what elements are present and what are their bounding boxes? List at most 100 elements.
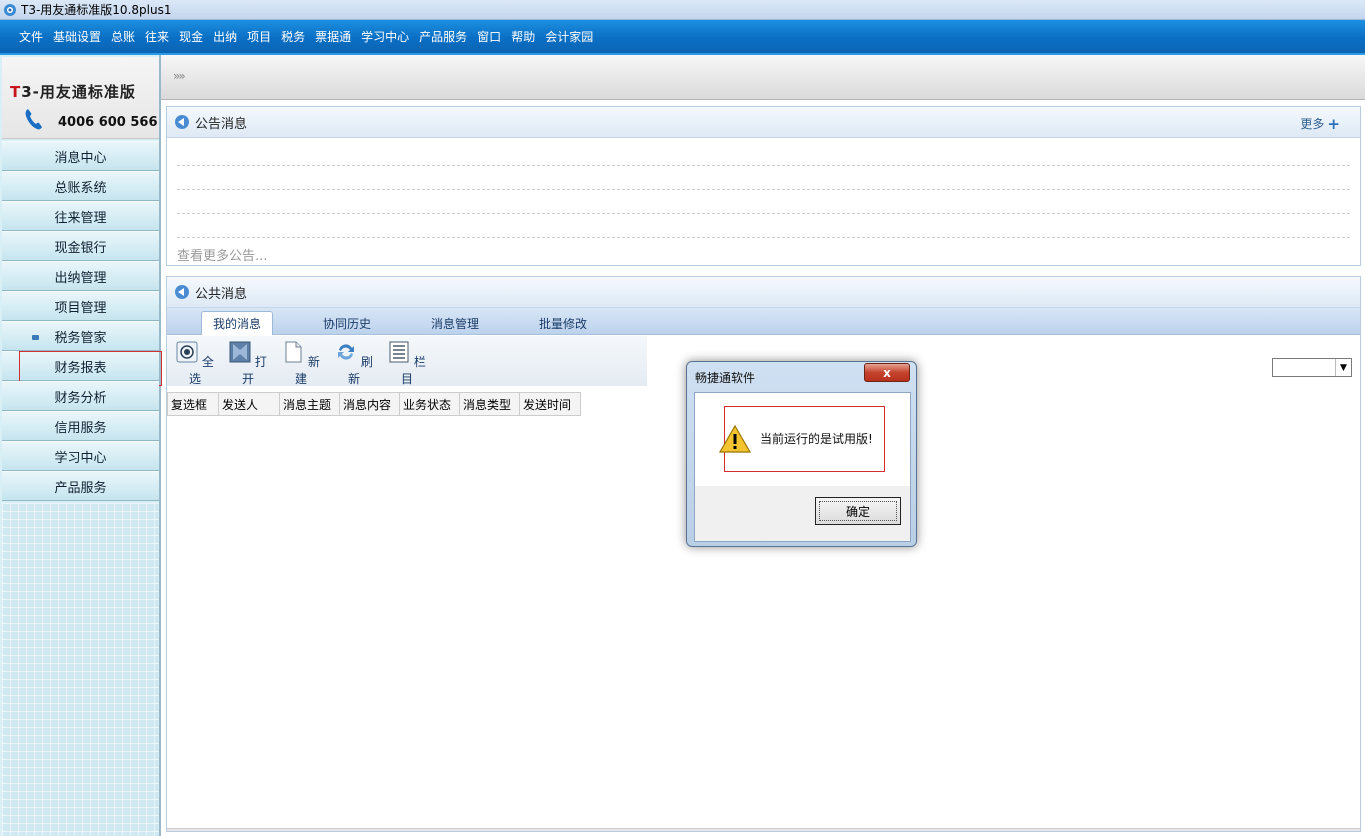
tab-batch-edit[interactable]: 批量修改 bbox=[523, 311, 603, 335]
announcement-panel: 公告消息 更多 + 查看更多公告... bbox=[166, 106, 1361, 266]
sidebar-item-message-center[interactable]: 消息中心 bbox=[2, 141, 159, 171]
sidebar-item-label: 出纳管理 bbox=[54, 270, 107, 286]
view-more-announcements-link[interactable]: 查看更多公告... bbox=[177, 245, 267, 264]
dialog-message-area: 当前运行的是试用版! bbox=[695, 393, 910, 486]
sidebar-item-financial-analysis[interactable]: 财务分析 bbox=[2, 381, 159, 411]
sidebar: T3-用友通标准版 4006 600 566 消息中心 总账系统 往来管理 现金… bbox=[0, 55, 162, 836]
sidebar-item-label: 信用服务 bbox=[54, 420, 107, 436]
menu-receivables[interactable]: 往来 bbox=[140, 28, 174, 45]
sidebar-item-learning-center[interactable]: 学习中心 bbox=[2, 441, 159, 471]
menu-file[interactable]: 文件 bbox=[14, 28, 48, 45]
sidebar-item-credit-service[interactable]: 信用服务 bbox=[2, 411, 159, 441]
column-header[interactable]: 消息主题 bbox=[280, 392, 340, 416]
sidebar-item-label: 财务分析 bbox=[54, 390, 107, 406]
menu-help[interactable]: 帮助 bbox=[506, 28, 540, 45]
speaker-icon bbox=[175, 115, 189, 129]
message-toolbar: 全选 打开 新建 刷新 栏目 bbox=[167, 336, 647, 386]
sidebar-item-label: 往来管理 bbox=[54, 210, 107, 226]
speaker-icon bbox=[175, 285, 189, 299]
more-label: 更多 bbox=[1300, 117, 1325, 131]
tab-my-messages[interactable]: 我的消息 bbox=[201, 311, 273, 335]
sidebar-item-label: 消息中心 bbox=[54, 150, 107, 166]
open-button[interactable]: 打开 bbox=[228, 341, 268, 387]
sidebar-item-project[interactable]: 项目管理 bbox=[2, 291, 159, 321]
sidebar-item-label: 总账系统 bbox=[54, 180, 107, 196]
public-messages-title: 公共消息 bbox=[195, 286, 248, 302]
column-header[interactable]: 业务状态 bbox=[400, 392, 460, 416]
tab-message-management[interactable]: 消息管理 bbox=[415, 311, 495, 335]
phone-icon bbox=[25, 109, 42, 130]
app-icon bbox=[4, 3, 16, 16]
menu-cashier[interactable]: 出纳 bbox=[208, 28, 242, 45]
warning-icon bbox=[719, 424, 751, 453]
menu-tax[interactable]: 税务 bbox=[276, 28, 310, 45]
sidebar-item-product-service[interactable]: 产品服务 bbox=[2, 471, 159, 501]
sidebar-nav: 消息中心 总账系统 往来管理 现金银行 出纳管理 项目管理 税务管家 财务报表 … bbox=[2, 141, 162, 501]
sidebar-item-label: 学习中心 bbox=[54, 450, 107, 466]
expand-chevron-icon[interactable]: »» bbox=[173, 69, 186, 83]
divider bbox=[177, 165, 1350, 166]
panel-bottom-border bbox=[167, 828, 1360, 831]
trial-version-dialog: 畅捷通软件 x 当前运行的是试用版! 确定 bbox=[686, 361, 917, 547]
refresh-button[interactable]: 刷新 bbox=[334, 341, 374, 387]
dialog-body: 当前运行的是试用版! 确定 bbox=[694, 392, 911, 542]
message-table-header: 复选框 发送人 消息主题 消息内容 业务状态 消息类型 发送时间 bbox=[167, 392, 581, 416]
sidebar-item-label: 现金银行 bbox=[54, 240, 107, 256]
content-top-strip: »» bbox=[161, 55, 1365, 100]
ok-button[interactable]: 确定 bbox=[815, 497, 901, 525]
column-header[interactable]: 消息类型 bbox=[460, 392, 520, 416]
menu-basic-settings[interactable]: 基础设置 bbox=[48, 28, 106, 45]
sidebar-item-financial-reports[interactable]: 财务报表 bbox=[2, 351, 162, 386]
public-messages-panel: 公共消息 我的消息 协同历史 消息管理 批量修改 全选 打开 新建 刷新 栏目 … bbox=[166, 276, 1361, 832]
new-button[interactable]: 新建 bbox=[281, 341, 321, 387]
column-header[interactable]: 发送时间 bbox=[520, 392, 581, 416]
divider bbox=[177, 189, 1350, 190]
message-tabs: 我的消息 协同历史 消息管理 批量修改 bbox=[167, 308, 1360, 335]
menu-window[interactable]: 窗口 bbox=[472, 28, 506, 45]
sidebar-item-label: 税务管家 bbox=[54, 330, 107, 346]
menu-learning-center[interactable]: 学习中心 bbox=[356, 28, 414, 45]
menu-bills[interactable]: 票据通 bbox=[310, 28, 356, 45]
columns-button[interactable]: 栏目 bbox=[387, 341, 427, 387]
menu-project[interactable]: 项目 bbox=[242, 28, 276, 45]
dialog-message: 当前运行的是试用版! bbox=[760, 432, 873, 446]
columns-list-icon bbox=[389, 341, 409, 363]
sidebar-item-cash-bank[interactable]: 现金银行 bbox=[2, 231, 159, 261]
public-messages-header: 公共消息 bbox=[167, 277, 1360, 308]
filter-dropdown[interactable]: ▼ bbox=[1272, 358, 1352, 377]
sidebar-item-label: 项目管理 bbox=[54, 300, 107, 316]
menu-product-service[interactable]: 产品服务 bbox=[414, 28, 472, 45]
column-header[interactable]: 消息内容 bbox=[340, 392, 400, 416]
hotline-number: 4006 600 566 bbox=[58, 115, 158, 130]
refresh-icon bbox=[338, 344, 355, 360]
close-button[interactable]: x bbox=[864, 363, 910, 382]
divider bbox=[177, 237, 1350, 238]
title-bar: T3-用友通标准版10.8plus1 bbox=[0, 0, 1365, 20]
sidebar-item-receivables[interactable]: 往来管理 bbox=[2, 201, 159, 231]
chevron-down-icon: ▼ bbox=[1335, 359, 1351, 376]
more-link[interactable]: 更多 + bbox=[1300, 115, 1340, 132]
tab-collab-history[interactable]: 协同历史 bbox=[307, 311, 387, 335]
close-icon: x bbox=[883, 365, 891, 380]
sidebar-item-label: 产品服务 bbox=[54, 480, 107, 496]
column-header[interactable]: 复选框 bbox=[167, 392, 219, 416]
sidebar-item-tax[interactable]: 税务管家 bbox=[2, 321, 159, 351]
select-all-icon bbox=[176, 341, 198, 363]
sidebar-item-cashier[interactable]: 出纳管理 bbox=[2, 261, 159, 291]
bullet-icon bbox=[32, 335, 39, 340]
brand-logo: T3-用友通标准版 bbox=[10, 83, 136, 101]
sidebar-item-label: 财务报表 bbox=[54, 360, 107, 376]
sidebar-item-ledger[interactable]: 总账系统 bbox=[2, 171, 159, 201]
menu-accountant-home[interactable]: 会计家园 bbox=[540, 28, 598, 45]
ok-label: 确定 bbox=[845, 504, 870, 519]
window-title: T3-用友通标准版10.8plus1 bbox=[21, 3, 172, 17]
menu-general-ledger[interactable]: 总账 bbox=[106, 28, 140, 45]
select-all-button[interactable]: 全选 bbox=[175, 341, 215, 387]
sidebar-pattern bbox=[2, 503, 159, 836]
brand-panel: T3-用友通标准版 4006 600 566 bbox=[2, 57, 159, 139]
plus-icon: + bbox=[1327, 114, 1340, 133]
menu-bar: 文件 基础设置 总账 往来 现金 出纳 项目 税务 票据通 学习中心 产品服务 … bbox=[0, 20, 1365, 55]
column-header[interactable]: 发送人 bbox=[219, 392, 280, 416]
menu-cash[interactable]: 现金 bbox=[174, 28, 208, 45]
open-icon bbox=[229, 341, 251, 363]
